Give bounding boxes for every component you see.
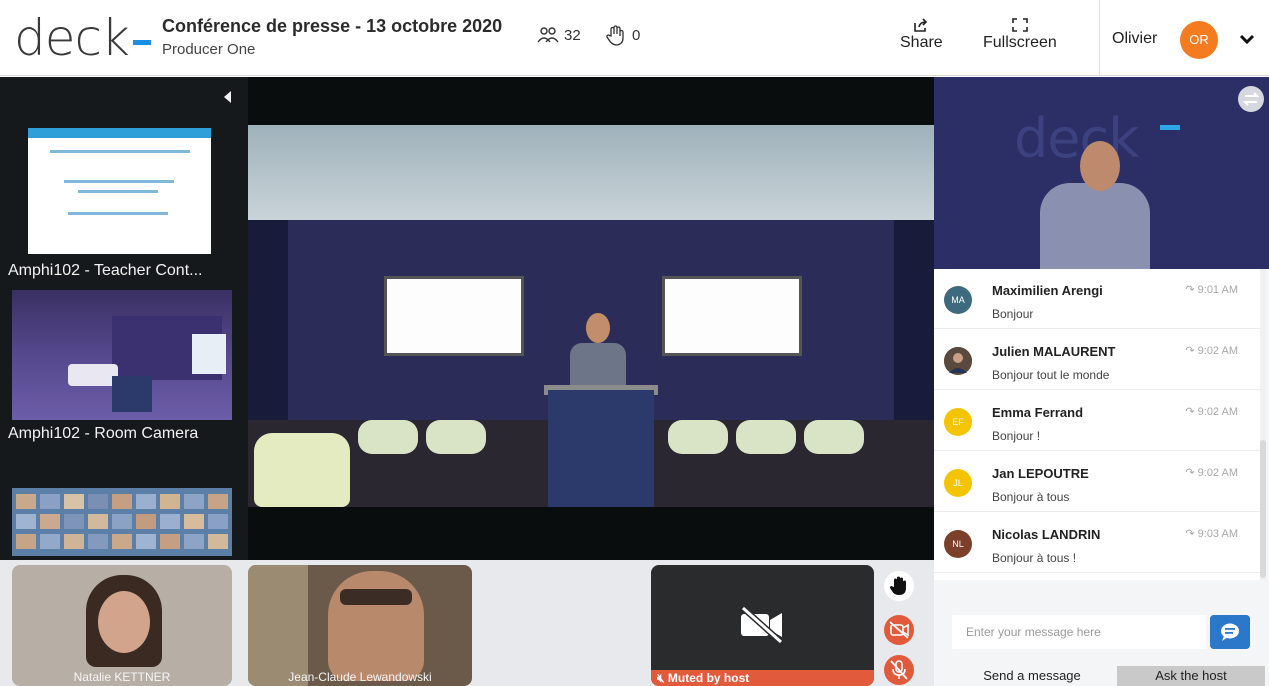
- author-avatar: JL: [944, 469, 972, 497]
- speaker: [570, 343, 626, 389]
- room-video: [248, 125, 934, 507]
- switch-camera-icon[interactable]: [1238, 86, 1264, 112]
- participant-name: Jean-Claude Lewandowski: [288, 670, 432, 684]
- deck-logo[interactable]: deck: [14, 8, 151, 68]
- message-time: ↷ 9:03 AM: [1185, 528, 1238, 540]
- message-time: ↷ 9:01 AM: [1185, 284, 1238, 296]
- room-camera-thumbnail: [12, 290, 232, 420]
- message-text: Bonjour à tous !: [992, 551, 1077, 565]
- author-name: Emma Ferrand: [992, 405, 1084, 420]
- source-label: Amphi102 - Room Camera: [8, 425, 199, 442]
- author-avatar: NL: [944, 530, 972, 558]
- slide-thumbnail: [28, 128, 211, 254]
- chat-message: MA Maximilien Arengi Bonjour ↷ 9:01 AM: [934, 269, 1260, 329]
- conference-title: Conférence de presse - 13 octobre 2020: [162, 16, 503, 36]
- chat-messages[interactable]: MA Maximilien Arengi Bonjour ↷ 9:01 AM J…: [934, 269, 1260, 580]
- lower-hand-icon[interactable]: [883, 570, 915, 602]
- fullscreen-icon: [1012, 18, 1028, 32]
- participants-count-value: 32: [564, 26, 581, 44]
- chat-message: JL Jan LEPOUTRE Bonjour à tous ↷ 9:02 AM: [934, 452, 1260, 512]
- gallery-thumbnail[interactable]: [12, 488, 232, 556]
- share-button[interactable]: Share: [900, 18, 943, 52]
- raised-hands-count[interactable]: 0: [604, 24, 640, 46]
- wall-logo: deck: [1014, 107, 1139, 170]
- message-text: Bonjour: [992, 307, 1034, 321]
- author-name: Maximilien Arengi: [992, 283, 1103, 298]
- author-avatar: MA: [944, 286, 972, 314]
- producer-subtitle: Producer One: [162, 41, 256, 58]
- send-message-icon[interactable]: [1210, 615, 1250, 649]
- user-name[interactable]: Olivier: [1112, 30, 1157, 48]
- projection-screen: [662, 276, 802, 356]
- stop-video-icon[interactable]: [883, 614, 915, 646]
- participants-icon: [537, 27, 559, 43]
- message-text: Bonjour tout le monde: [992, 368, 1110, 382]
- author-name: Julien MALAURENT: [992, 344, 1116, 359]
- fullscreen-label: Fullscreen: [983, 34, 1057, 51]
- source-label: Amphi102 - Teacher Cont...: [8, 262, 203, 279]
- message-text: Bonjour !: [992, 429, 1041, 443]
- tab-send-message[interactable]: Send a message: [950, 666, 1114, 686]
- participants-count[interactable]: 32: [536, 24, 581, 46]
- projection-screen: [384, 276, 524, 356]
- share-label: Share: [900, 34, 943, 51]
- divider: [1099, 0, 1100, 76]
- author-name: Nicolas LANDRIN: [992, 527, 1101, 542]
- author-name: Jan LEPOUTRE: [992, 466, 1089, 481]
- chat-message: EF Emma Ferrand Bonjour ! ↷ 9:02 AM: [934, 391, 1260, 451]
- participant-tile[interactable]: Natalie KETTNER: [12, 565, 232, 686]
- hand-icon: [606, 25, 624, 46]
- author-avatar: [944, 347, 972, 375]
- fullscreen-button[interactable]: Fullscreen: [983, 18, 1057, 52]
- message-time: ↷ 9:02 AM: [1185, 345, 1238, 357]
- podium: [548, 390, 654, 507]
- participant-name: Natalie KETTNER: [73, 670, 171, 684]
- user-avatar[interactable]: OR: [1180, 21, 1218, 59]
- message-text: Bonjour à tous: [992, 490, 1070, 504]
- chat-message: Julien MALAURENT Bonjour tout le monde ↷…: [934, 330, 1260, 390]
- chat-scrollbar-thumb[interactable]: [1260, 440, 1266, 578]
- main-video-stage[interactable]: [248, 77, 934, 560]
- message-time: ↷ 9:02 AM: [1185, 406, 1238, 418]
- host-person: [1040, 183, 1150, 269]
- chat-message: NL Nicolas LANDRIN Bonjour à tous ! ↷ 9:…: [934, 513, 1260, 573]
- muted-by-host-bar: 🔇︎ Muted by host: [651, 670, 874, 686]
- participant-tile[interactable]: Jean-Claude Lewandowski: [248, 565, 472, 686]
- chevron-down-icon[interactable]: [1236, 28, 1258, 50]
- host-camera[interactable]: deck: [934, 77, 1269, 269]
- top-bar: deck Conférence de presse - 13 octobre 2…: [0, 0, 1269, 76]
- participant-tile-muted[interactable]: 🔇︎ Muted by host: [651, 565, 874, 686]
- tab-ask-host[interactable]: Ask the host: [1117, 666, 1265, 686]
- message-time: ↷ 9:02 AM: [1185, 467, 1238, 479]
- message-input[interactable]: [952, 615, 1206, 649]
- hands-count-value: 0: [632, 26, 641, 44]
- video-off-icon: [740, 605, 784, 645]
- muted-status: Muted by host: [667, 671, 750, 685]
- share-icon: [914, 18, 928, 32]
- collapse-left-icon[interactable]: [222, 90, 232, 104]
- author-avatar: EF: [944, 408, 972, 436]
- mute-mic-icon[interactable]: [883, 654, 915, 686]
